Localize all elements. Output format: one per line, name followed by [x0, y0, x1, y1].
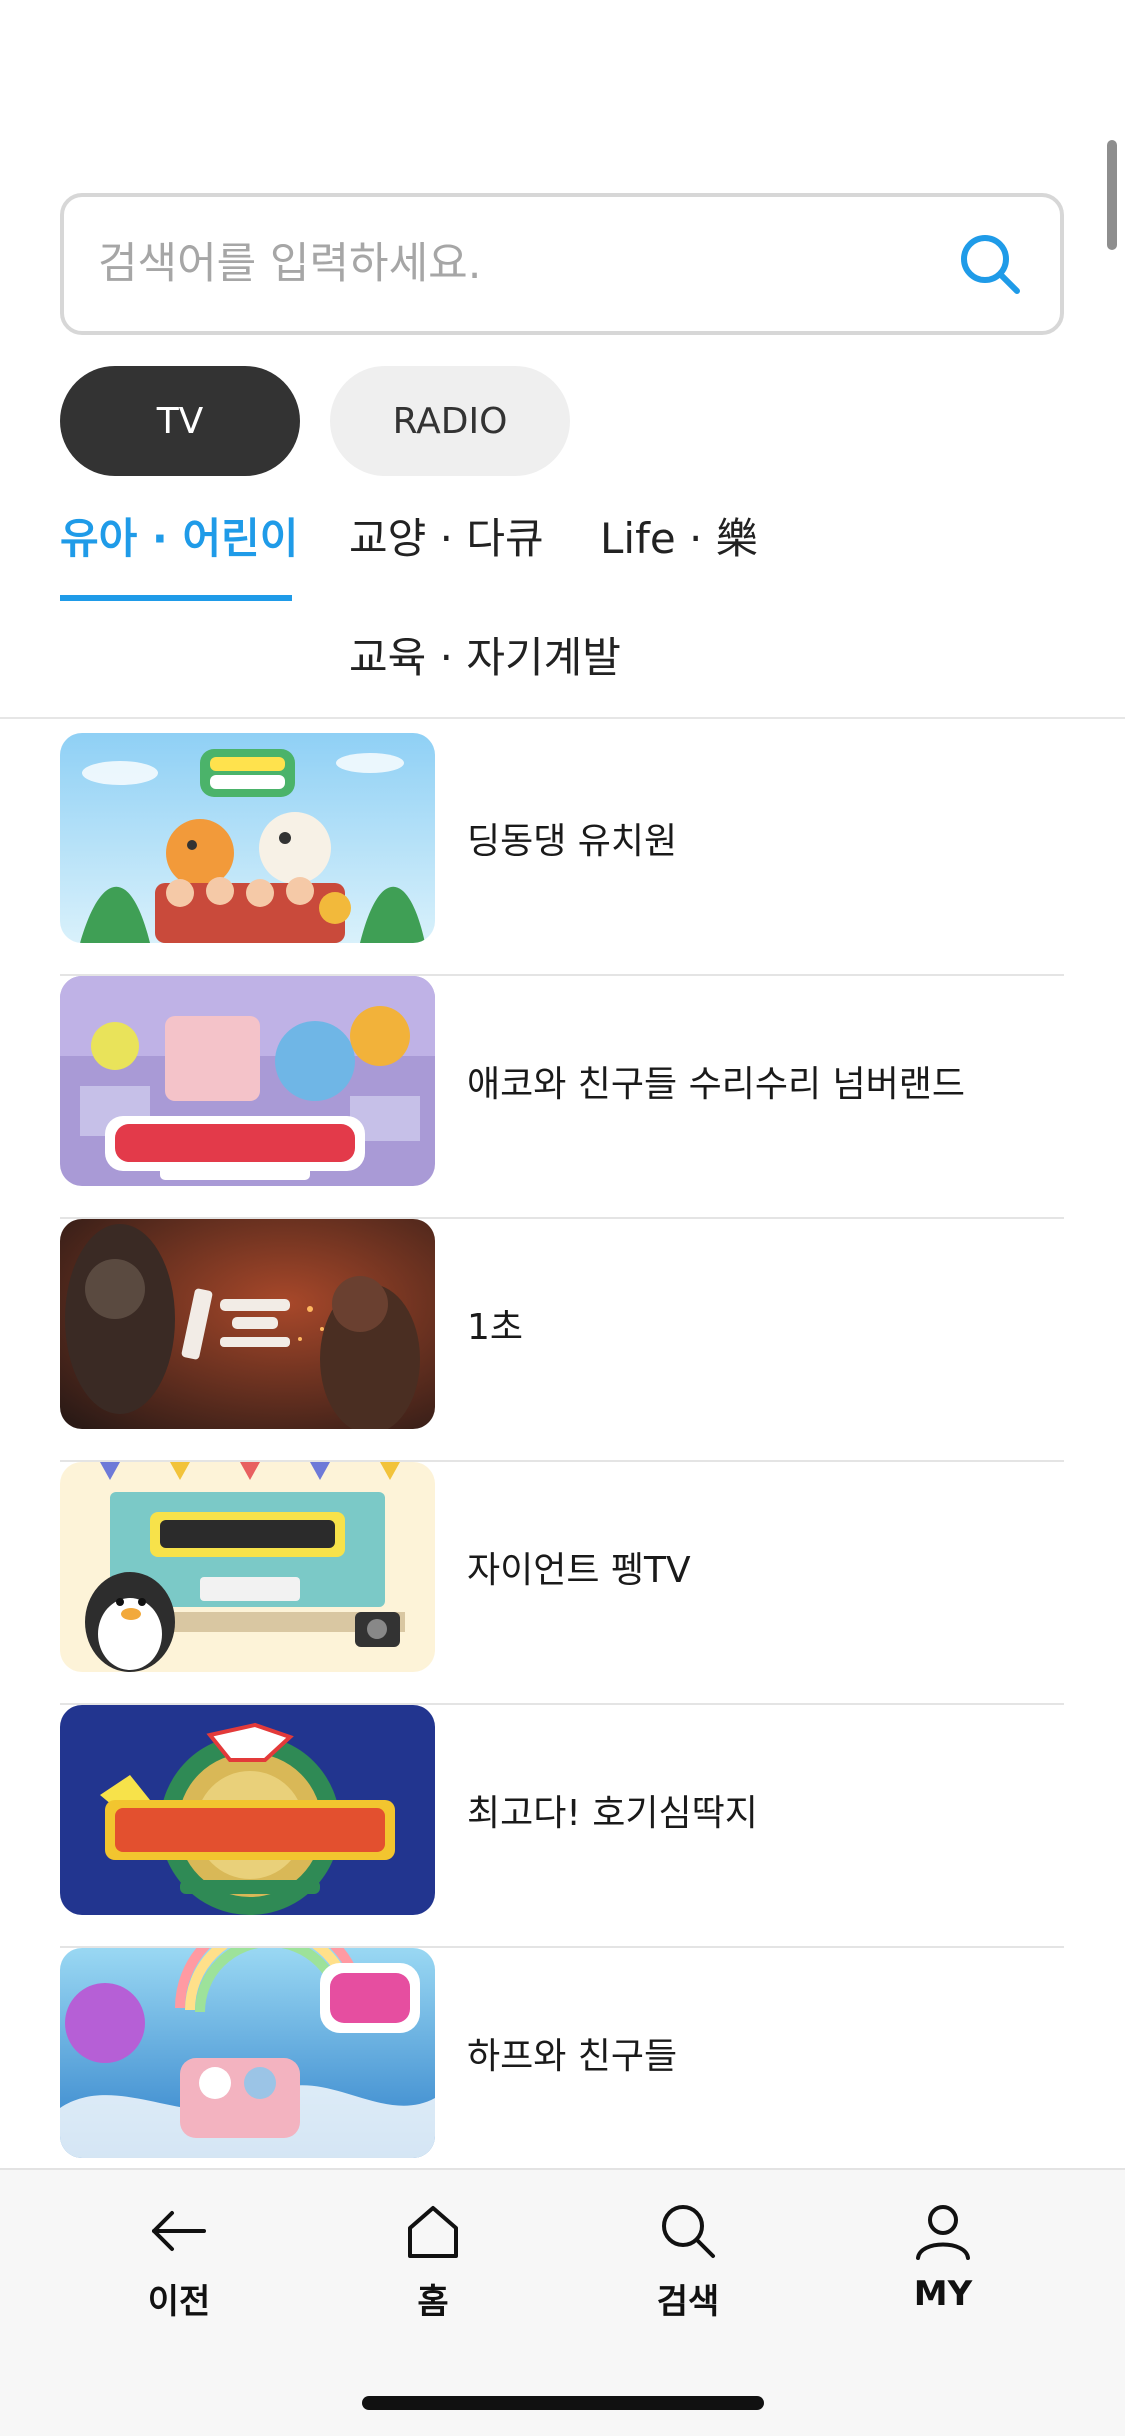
- program-row[interactable]: 최고다! 호기심딱지: [60, 1705, 1064, 1948]
- program-row[interactable]: 자이언트 펭TV: [60, 1462, 1064, 1705]
- tab-kids[interactable]: 유아 · 어린이: [60, 500, 298, 570]
- tab-life[interactable]: Life · 樂: [600, 500, 758, 570]
- home-icon: [408, 2206, 458, 2258]
- nav-back-label: 이전: [147, 2282, 211, 2322]
- program-thumbnail: [60, 1948, 435, 2158]
- program-row[interactable]: 하프와 친구들: [60, 1948, 1064, 2191]
- nav-search-label: 검색: [656, 2282, 720, 2322]
- media-toggle: TV RADIO: [60, 366, 570, 476]
- program-title: 자이언트 펭TV: [467, 1550, 691, 1591]
- search-input[interactable]: [98, 239, 950, 289]
- search-icon: [961, 235, 1020, 294]
- radio-toggle-button[interactable]: RADIO: [330, 366, 570, 476]
- screen: TV RADIO 유아 · 어린이 교양 · 다큐 Life · 樂 교육 · …: [0, 0, 1125, 2436]
- program-title: 하프와 친구들: [467, 2036, 678, 2077]
- tab-culture-documentary[interactable]: 교양 · 다큐: [349, 500, 544, 570]
- scroll-indicator[interactable]: [1107, 140, 1117, 250]
- program-title: 1초: [467, 1307, 524, 1348]
- program-row[interactable]: 딩동댕 유치원: [60, 733, 1064, 976]
- program-thumbnail: [60, 976, 435, 1186]
- program-title: 애코와 친구들 수리수리 넘버랜드: [467, 1064, 966, 1105]
- program-title: 최고다! 호기심딱지: [467, 1793, 758, 1834]
- back-arrow-icon: [152, 2211, 206, 2251]
- nav-my-label: MY: [913, 2274, 973, 2314]
- program-row[interactable]: 1초: [60, 1219, 1064, 1462]
- tabs-divider: [0, 717, 1125, 719]
- search-icon: [662, 2205, 715, 2258]
- nav-back-button[interactable]: 이전: [99, 2198, 259, 2328]
- program-thumbnail: [60, 1705, 435, 1915]
- program-row[interactable]: 애코와 친구들 수리수리 넘버랜드: [60, 976, 1064, 1219]
- active-tab-underline: [60, 595, 292, 601]
- program-thumbnail: [60, 733, 435, 943]
- tv-toggle-button[interactable]: TV: [60, 366, 300, 476]
- home-indicator: [362, 2396, 764, 2410]
- search-box: [60, 193, 1064, 335]
- program-list: 딩동댕 유치원 애코와 친구들 수리수리 넘버랜드 1초 자이언트 펭TV 최고…: [60, 733, 1064, 2191]
- tab-education[interactable]: 교육 · 자기계발: [349, 619, 621, 689]
- program-title: 딩동댕 유치원: [467, 821, 678, 862]
- nav-home-button[interactable]: 홈: [353, 2198, 513, 2328]
- nav-my-button[interactable]: MY: [863, 2198, 1023, 2328]
- nav-home-label: 홈: [417, 2282, 449, 2322]
- program-thumbnail: [60, 1219, 435, 1429]
- program-thumbnail: [60, 1462, 435, 1672]
- person-icon: [916, 2205, 970, 2260]
- search-button[interactable]: [950, 224, 1030, 304]
- nav-search-button[interactable]: 검색: [608, 2198, 768, 2328]
